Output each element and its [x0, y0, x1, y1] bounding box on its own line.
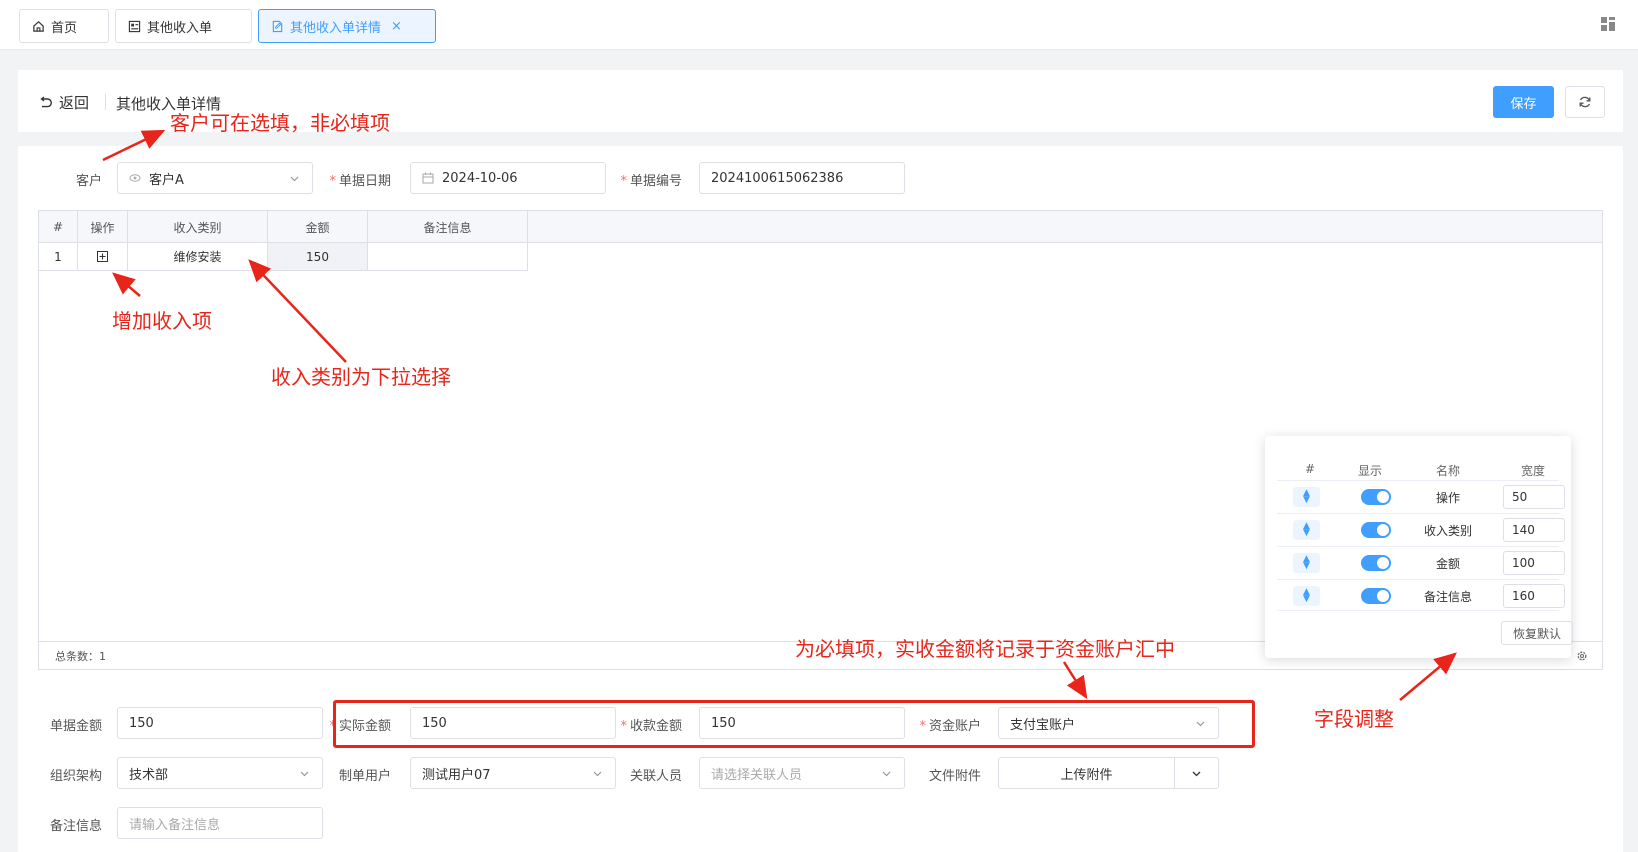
date-picker[interactable]: 2024-10-06: [410, 162, 606, 194]
total-count: 总条数：1: [55, 649, 106, 663]
col-index: #: [39, 211, 78, 243]
bill-amount-label: 单据金额: [49, 719, 102, 734]
edit-doc-icon: [272, 20, 283, 32]
org-value: 技术部: [129, 767, 169, 783]
close-icon[interactable]: ×: [391, 19, 402, 34]
add-row-button[interactable]: [78, 243, 128, 271]
field-name: 操作: [1435, 491, 1460, 505]
field-name: 金额: [1435, 557, 1460, 571]
gear-icon[interactable]: [1576, 650, 1588, 662]
restore-default-button[interactable]: 恢复默认: [1501, 621, 1573, 645]
remark-label: 备注信息: [49, 819, 102, 834]
bill-amount-field[interactable]: 150: [117, 707, 323, 739]
annotation-customer: 客户可在选填，非必填项: [170, 111, 390, 135]
annotation-category: 收入类别为下拉选择: [271, 365, 451, 389]
width-input[interactable]: 50: [1503, 485, 1565, 509]
row-index: 1: [39, 243, 78, 271]
tab-label: 首页: [51, 20, 78, 36]
customer-value: 客户A: [149, 172, 184, 188]
chevron-down-icon[interactable]: [1191, 768, 1202, 779]
back-label: 返回: [59, 94, 90, 112]
settings-col-index: #: [1305, 462, 1316, 476]
tab-home[interactable]: 首页: [19, 9, 109, 43]
remark-placeholder: 请输入备注信息: [129, 817, 221, 833]
customer-select[interactable]: 客户A: [117, 162, 313, 194]
amount-cell[interactable]: 150: [268, 243, 368, 271]
remark-cell[interactable]: [368, 243, 528, 271]
remark-field[interactable]: 请输入备注信息: [117, 807, 323, 839]
drag-handle-icon[interactable]: ▲ ▼: [1293, 487, 1320, 507]
related-label: 关联人员: [629, 769, 682, 784]
attachment-upload[interactable]: 上传附件: [998, 757, 1219, 789]
undo-icon: [40, 95, 52, 107]
width-input[interactable]: 160: [1503, 584, 1565, 608]
drag-handle-icon[interactable]: ▲ ▼: [1293, 553, 1320, 573]
related-select[interactable]: 请选择关联人员: [699, 757, 905, 789]
chevron-down-icon: [882, 771, 891, 777]
settings-row: ▲ ▼ 备注信息 160: [1277, 579, 1565, 611]
annotation-add-item: 增加收入项: [112, 309, 212, 333]
date-label: * 单据日期: [329, 174, 391, 189]
layout-grid-icon[interactable]: [1600, 16, 1616, 32]
chevron-down-icon: [300, 771, 309, 777]
chevron-down-icon: [593, 771, 602, 777]
field-name: 收入类别: [1423, 524, 1472, 538]
save-button[interactable]: 保存: [1493, 86, 1554, 118]
column-settings-popover: # 显示 名称 宽度 ▲ ▼ 操作 50 ▲ ▼ 收入类别 140 ▲ ▼ 金额 10…: [1265, 436, 1573, 658]
table-header: # 操作 收入类别 金额 备注信息: [39, 211, 1602, 243]
annotation-field-adjust: 字段调整: [1314, 707, 1394, 731]
creator-value: 测试用户07: [422, 767, 491, 783]
width-input[interactable]: 140: [1503, 518, 1565, 542]
list-icon: [128, 20, 141, 32]
customer-label: 客户: [75, 174, 102, 189]
creator-label: 制单用户: [338, 769, 391, 784]
settings-row: ▲ ▼ 操作 50: [1277, 480, 1565, 512]
col-remark: 备注信息: [368, 211, 528, 243]
attachment-label: 文件附件: [928, 769, 981, 784]
settings-col-visible: 显示: [1358, 464, 1383, 478]
plus-square-icon: [97, 251, 108, 262]
visible-toggle[interactable]: [1361, 522, 1391, 538]
category-cell[interactable]: 维修安装: [128, 243, 268, 271]
tab-bar: 首页 其他收入单 其他收入单详情 ×: [0, 0, 1638, 50]
number-label: * 单据编号: [620, 174, 682, 189]
settings-row: ▲ ▼ 金额 100: [1277, 546, 1565, 578]
upload-button[interactable]: 上传附件: [999, 758, 1175, 788]
bill-number-field[interactable]: 2024100615062386: [699, 162, 905, 194]
back-button[interactable]: 返回: [38, 92, 89, 113]
creator-select[interactable]: 测试用户07: [410, 757, 616, 789]
date-value: 2024-10-06: [442, 170, 518, 186]
home-icon: [33, 20, 44, 32]
col-action: 操作: [78, 211, 128, 243]
tab-label: 其他收入单: [147, 20, 213, 36]
col-amount: 金额: [268, 211, 368, 243]
col-category: 收入类别: [128, 211, 268, 243]
calendar-icon: [422, 172, 434, 184]
bill-amount-value: 150: [129, 715, 154, 731]
width-input[interactable]: 100: [1503, 551, 1565, 575]
tab-other-income-list[interactable]: 其他收入单: [115, 9, 252, 43]
visible-toggle[interactable]: [1361, 489, 1391, 505]
visible-toggle[interactable]: [1361, 588, 1391, 604]
tab-label: 其他收入单详情: [290, 20, 382, 36]
org-label: 组织架构: [49, 769, 102, 784]
visible-toggle[interactable]: [1361, 555, 1391, 571]
refresh-icon: [1579, 96, 1591, 108]
settings-row: ▲ ▼ 收入类别 140: [1277, 513, 1565, 545]
required-fields-highlight: [333, 700, 1255, 748]
related-placeholder: 请选择关联人员: [711, 767, 803, 783]
divider: [105, 94, 106, 110]
drag-handle-icon[interactable]: ▲ ▼: [1293, 520, 1320, 540]
bill-number-value: 2024100615062386: [711, 170, 844, 186]
annotation-required: 为必填项，实收金额将记录于资金账户汇中: [795, 637, 1175, 661]
settings-col-name: 名称: [1436, 464, 1461, 478]
refresh-button[interactable]: [1565, 86, 1605, 118]
settings-col-width: 宽度: [1521, 464, 1546, 478]
field-name: 备注信息: [1423, 590, 1472, 604]
eye-icon: [129, 174, 141, 182]
drag-handle-icon[interactable]: ▲ ▼: [1293, 586, 1320, 606]
tab-other-income-detail[interactable]: 其他收入单详情 ×: [258, 9, 436, 43]
org-select[interactable]: 技术部: [117, 757, 323, 789]
chevron-down-icon: [290, 176, 299, 182]
